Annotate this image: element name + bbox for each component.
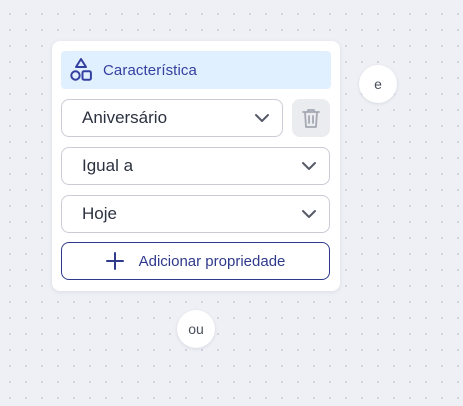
and-connector[interactable]: e (359, 65, 397, 103)
chevron-down-icon (254, 113, 270, 123)
add-property-label: Adicionar propriedade (138, 252, 286, 270)
or-connector-label: ou (188, 321, 204, 337)
and-connector-label: e (374, 76, 382, 92)
chevron-down-icon (301, 209, 317, 219)
operator-select-value: Igual a (82, 156, 134, 175)
or-connector[interactable]: ou (177, 310, 215, 348)
condition-title: Característica (103, 61, 197, 79)
delete-button[interactable] (292, 99, 330, 137)
trash-icon (301, 107, 321, 129)
operator-select[interactable]: Igual a (61, 147, 330, 185)
add-property-button[interactable]: Adicionar propriedade (61, 242, 330, 280)
value-select[interactable]: Hoje (61, 195, 330, 233)
value-select-value: Hoje (82, 204, 117, 223)
chevron-down-icon (301, 161, 317, 171)
shapes-icon (69, 57, 93, 83)
property-select-value: Aniversário (82, 108, 168, 127)
plus-icon (105, 252, 124, 270)
condition-header: Característica (61, 51, 331, 89)
condition-card: Característica Aniversário Igual a Hoje (52, 41, 340, 291)
property-select[interactable]: Aniversário (61, 99, 283, 137)
